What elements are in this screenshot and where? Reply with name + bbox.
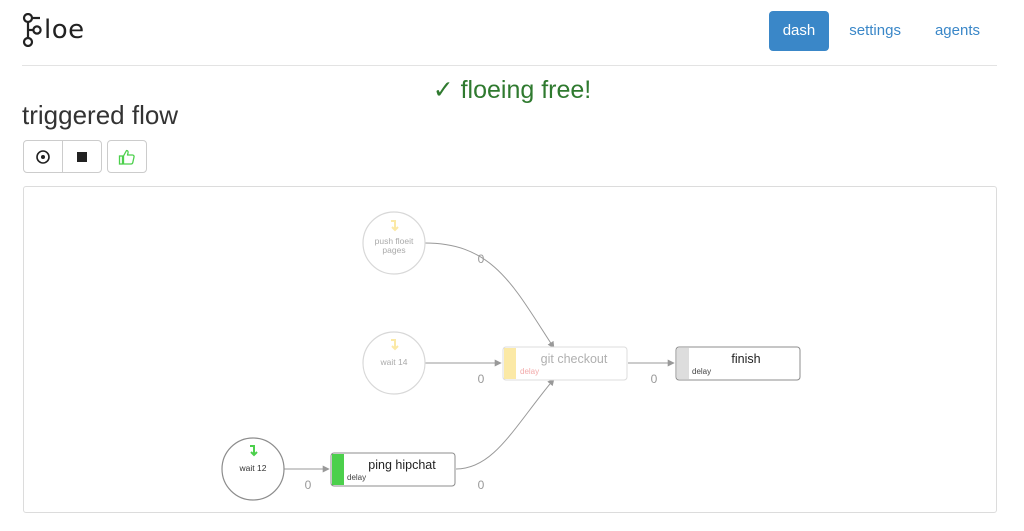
nav-dash[interactable]: dash xyxy=(768,11,830,51)
status-bar xyxy=(677,348,689,379)
flow-toolbar xyxy=(23,140,147,173)
node-label: wait 14 xyxy=(380,357,408,367)
page-title: triggered flow xyxy=(22,100,179,130)
node-subtitle: delay xyxy=(520,367,539,376)
brand-name: loe xyxy=(44,15,85,45)
floe-logo-icon xyxy=(22,13,42,47)
run-button[interactable] xyxy=(23,140,63,173)
status-bar xyxy=(504,348,516,379)
edge-label: 0 xyxy=(478,478,485,492)
header-divider xyxy=(22,65,997,66)
flow-graph: 0 0 0 0 0 push floeit pages wait 14 wait… xyxy=(221,211,801,501)
node-label: wait 12 xyxy=(239,463,267,473)
node-finish[interactable]: finish delay xyxy=(675,346,801,381)
status-bar xyxy=(332,454,344,485)
node-push-floeit-pages[interactable]: push floeit pages xyxy=(362,211,426,275)
node-title: finish xyxy=(731,352,760,366)
node-subtitle: delay xyxy=(692,367,711,376)
brand-logo[interactable]: loe xyxy=(22,12,85,48)
edge-label: 0 xyxy=(651,372,658,386)
node-title: ping hipchat xyxy=(368,458,436,472)
edge-label: 0 xyxy=(478,252,485,266)
node-wait-12[interactable]: wait 12 xyxy=(221,437,285,501)
edge-label: 0 xyxy=(478,372,485,386)
nav-agents[interactable]: agents xyxy=(921,11,994,51)
thumbs-up-icon xyxy=(118,149,135,165)
main-nav: dash settings agents xyxy=(768,11,994,51)
edge-label: 0 xyxy=(305,478,312,492)
play-circle-icon xyxy=(36,149,50,164)
flow-canvas[interactable]: 0 0 0 0 0 push floeit pages wait 14 wait… xyxy=(23,186,997,513)
node-wait-14[interactable]: wait 14 xyxy=(362,331,426,395)
node-ping-hipchat[interactable]: ping hipchat delay xyxy=(330,452,456,487)
nav-settings[interactable]: settings xyxy=(835,11,915,51)
stop-button[interactable] xyxy=(62,140,102,173)
node-git-checkout[interactable]: git checkout delay xyxy=(502,346,628,381)
approve-button[interactable] xyxy=(107,140,147,173)
stop-square-icon xyxy=(77,151,87,162)
node-label: pages xyxy=(382,245,405,255)
node-title: git checkout xyxy=(541,352,608,366)
edge-ping-to-git xyxy=(455,378,555,470)
edge-push-to-git xyxy=(424,242,555,349)
node-subtitle: delay xyxy=(347,473,366,482)
